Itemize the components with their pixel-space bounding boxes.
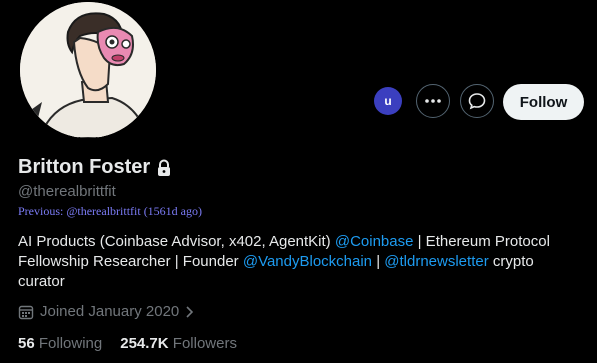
following-label: Following [38,335,103,352]
extension-badge-button[interactable]: u [371,84,405,118]
message-icon [468,93,486,110]
lock-icon [158,159,171,176]
more-dots-icon [425,99,441,103]
name-row: Britton Foster [18,156,172,179]
joined-date-row[interactable]: Joined January 2020 [18,303,195,320]
avatar[interactable] [16,0,160,142]
display-name: Britton Foster [18,156,151,178]
more-options-button[interactable] [416,84,450,118]
follow-stats: 56 Following 254.7K Followers [18,335,237,352]
mention-link-coinbase[interactable]: @Coinbase [335,233,414,250]
extension-badge: u [374,87,402,115]
mention-link-tldrnewsletter[interactable]: @tldrnewsletter [384,253,488,270]
followers-link[interactable]: 254.7K Followers [120,335,237,352]
chevron-right-icon [186,305,194,318]
mention-link-vandyblockchain[interactable]: @VandyBlockchain [243,253,372,270]
following-link[interactable]: 56 Following [18,335,102,352]
avatar-illustration [20,2,156,138]
follow-button[interactable]: Follow [503,84,584,120]
message-button[interactable] [460,84,494,118]
previous-handle-note: Previous: @therealbrittfit (1561d ago) [18,204,203,218]
followers-count: 254.7K [120,335,169,352]
bio: AI Products (Coinbase Advisor, x402, Age… [18,233,550,290]
handle: @therealbrittfit [18,183,116,200]
calendar-icon [18,305,34,319]
followers-label: Followers [172,335,237,352]
following-count: 56 [18,335,35,352]
joined-date: Joined January 2020 [40,303,180,320]
